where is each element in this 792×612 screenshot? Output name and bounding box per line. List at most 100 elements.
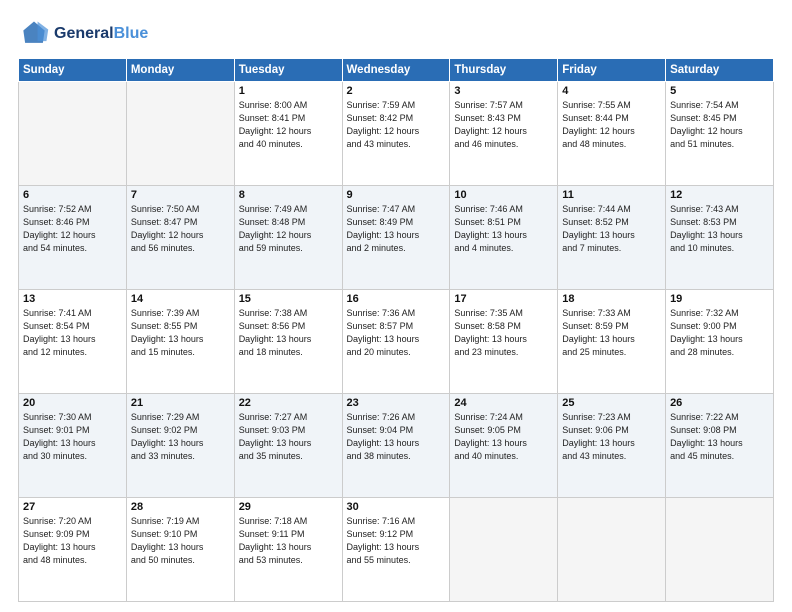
calendar-day-18: 18 Sunrise: 7:33 AM Sunset: 8:59 PM Dayli…: [558, 290, 666, 394]
day-number: 30: [347, 501, 446, 513]
day-info: Sunrise: 7:32 AM Sunset: 9:00 PM Dayligh…: [670, 307, 769, 359]
day-number: 10: [454, 189, 553, 201]
day-info: Sunrise: 7:55 AM Sunset: 8:44 PM Dayligh…: [562, 99, 661, 151]
day-number: 23: [347, 397, 446, 409]
day-number: 28: [131, 501, 230, 513]
day-number: 6: [23, 189, 122, 201]
day-info: Sunrise: 7:49 AM Sunset: 8:48 PM Dayligh…: [239, 203, 338, 255]
day-info: Sunrise: 7:18 AM Sunset: 9:11 PM Dayligh…: [239, 515, 338, 567]
day-info: Sunrise: 7:24 AM Sunset: 9:05 PM Dayligh…: [454, 411, 553, 463]
calendar-day-empty: [126, 82, 234, 186]
day-number: 9: [347, 189, 446, 201]
calendar-day-29: 29 Sunrise: 7:18 AM Sunset: 9:11 PM Dayli…: [234, 498, 342, 602]
calendar-day-empty: [19, 82, 127, 186]
calendar-week-row: 27 Sunrise: 7:20 AM Sunset: 9:09 PM Dayli…: [19, 498, 774, 602]
calendar-day-20: 20Sunrise: 7:30 AM Sunset: 9:01 PM Dayli…: [19, 394, 127, 498]
day-number: 3: [454, 85, 553, 97]
day-number: 8: [239, 189, 338, 201]
day-info: Sunrise: 7:19 AM Sunset: 9:10 PM Dayligh…: [131, 515, 230, 567]
calendar-day-12: 12 Sunrise: 7:43 AM Sunset: 8:53 PM Dayli…: [666, 186, 774, 290]
day-number: 19: [670, 293, 769, 305]
day-number: 27: [23, 501, 122, 513]
calendar-day-26: 26 Sunrise: 7:22 AM Sunset: 9:08 PM Dayli…: [666, 394, 774, 498]
day-info: Sunrise: 7:27 AM Sunset: 9:03 PM Dayligh…: [239, 411, 338, 463]
day-number: 5: [670, 85, 769, 97]
day-info: Sunrise: 7:41 AM Sunset: 8:54 PM Dayligh…: [23, 307, 122, 359]
logo-text: GeneralBlue: [54, 25, 148, 43]
header: GeneralBlue: [18, 18, 774, 50]
day-info: Sunrise: 7:39 AM Sunset: 8:55 PM Dayligh…: [131, 307, 230, 359]
calendar-day-11: 11 Sunrise: 7:44 AM Sunset: 8:52 PM Dayli…: [558, 186, 666, 290]
day-info: Sunrise: 7:23 AM Sunset: 9:06 PM Dayligh…: [562, 411, 661, 463]
calendar-day-6: 6 Sunrise: 7:52 AM Sunset: 8:46 PM Daylig…: [19, 186, 127, 290]
day-number: 16: [347, 293, 446, 305]
calendar-table: SundayMondayTuesdayWednesdayThursdayFrid…: [18, 58, 774, 602]
day-info: Sunrise: 7:22 AM Sunset: 9:08 PM Dayligh…: [670, 411, 769, 463]
weekday-header-tuesday: Tuesday: [234, 59, 342, 82]
day-info: Sunrise: 7:54 AM Sunset: 8:45 PM Dayligh…: [670, 99, 769, 151]
weekday-header-sunday: Sunday: [19, 59, 127, 82]
page: GeneralBlue SundayMondayTuesdayWednesday…: [0, 0, 792, 612]
weekday-header-row: SundayMondayTuesdayWednesdayThursdayFrid…: [19, 59, 774, 82]
calendar-day-7: 7 Sunrise: 7:50 AM Sunset: 8:47 PM Daylig…: [126, 186, 234, 290]
calendar-day-1: 1 Sunrise: 8:00 AM Sunset: 8:41 PM Daylig…: [234, 82, 342, 186]
calendar-day-2: 2Sunrise: 7:59 AM Sunset: 8:42 PM Daylig…: [342, 82, 450, 186]
calendar-day-28: 28 Sunrise: 7:19 AM Sunset: 9:10 PM Dayli…: [126, 498, 234, 602]
day-number: 22: [239, 397, 338, 409]
calendar-day-8: 8 Sunrise: 7:49 AM Sunset: 8:48 PM Daylig…: [234, 186, 342, 290]
calendar-week-row: 1 Sunrise: 8:00 AM Sunset: 8:41 PM Daylig…: [19, 82, 774, 186]
logo: GeneralBlue: [18, 18, 148, 50]
calendar-day-19: 19 Sunrise: 7:32 AM Sunset: 9:00 PM Dayli…: [666, 290, 774, 394]
weekday-header-monday: Monday: [126, 59, 234, 82]
calendar-day-25: 25 Sunrise: 7:23 AM Sunset: 9:06 PM Dayli…: [558, 394, 666, 498]
day-number: 14: [131, 293, 230, 305]
weekday-header-saturday: Saturday: [666, 59, 774, 82]
day-number: 18: [562, 293, 661, 305]
day-info: Sunrise: 7:38 AM Sunset: 8:56 PM Dayligh…: [239, 307, 338, 359]
day-info: Sunrise: 7:33 AM Sunset: 8:59 PM Dayligh…: [562, 307, 661, 359]
day-info: Sunrise: 7:20 AM Sunset: 9:09 PM Dayligh…: [23, 515, 122, 567]
logo-icon: [18, 18, 50, 50]
day-number: 17: [454, 293, 553, 305]
calendar-day-13: 13Sunrise: 7:41 AM Sunset: 8:54 PM Dayli…: [19, 290, 127, 394]
day-info: Sunrise: 7:29 AM Sunset: 9:02 PM Dayligh…: [131, 411, 230, 463]
day-info: Sunrise: 7:44 AM Sunset: 8:52 PM Dayligh…: [562, 203, 661, 255]
day-number: 25: [562, 397, 661, 409]
day-number: 7: [131, 189, 230, 201]
day-info: Sunrise: 7:36 AM Sunset: 8:57 PM Dayligh…: [347, 307, 446, 359]
day-info: Sunrise: 7:35 AM Sunset: 8:58 PM Dayligh…: [454, 307, 553, 359]
calendar-day-3: 3 Sunrise: 7:57 AM Sunset: 8:43 PM Daylig…: [450, 82, 558, 186]
day-number: 11: [562, 189, 661, 201]
calendar-day-30: 30Sunrise: 7:16 AM Sunset: 9:12 PM Dayli…: [342, 498, 450, 602]
calendar-week-row: 20Sunrise: 7:30 AM Sunset: 9:01 PM Dayli…: [19, 394, 774, 498]
weekday-header-friday: Friday: [558, 59, 666, 82]
calendar-day-16: 16 Sunrise: 7:36 AM Sunset: 8:57 PM Dayli…: [342, 290, 450, 394]
day-number: 15: [239, 293, 338, 305]
day-info: Sunrise: 7:52 AM Sunset: 8:46 PM Dayligh…: [23, 203, 122, 255]
day-number: 29: [239, 501, 338, 513]
day-number: 12: [670, 189, 769, 201]
day-number: 4: [562, 85, 661, 97]
day-info: Sunrise: 8:00 AM Sunset: 8:41 PM Dayligh…: [239, 99, 338, 151]
day-info: Sunrise: 7:43 AM Sunset: 8:53 PM Dayligh…: [670, 203, 769, 255]
calendar-day-17: 17 Sunrise: 7:35 AM Sunset: 8:58 PM Dayli…: [450, 290, 558, 394]
calendar-day-5: 5 Sunrise: 7:54 AM Sunset: 8:45 PM Daylig…: [666, 82, 774, 186]
day-number: 26: [670, 397, 769, 409]
day-info: Sunrise: 7:50 AM Sunset: 8:47 PM Dayligh…: [131, 203, 230, 255]
day-info: Sunrise: 7:57 AM Sunset: 8:43 PM Dayligh…: [454, 99, 553, 151]
calendar-day-empty: [666, 498, 774, 602]
calendar-day-4: 4 Sunrise: 7:55 AM Sunset: 8:44 PM Daylig…: [558, 82, 666, 186]
day-number: 1: [239, 85, 338, 97]
day-info: Sunrise: 7:46 AM Sunset: 8:51 PM Dayligh…: [454, 203, 553, 255]
day-number: 24: [454, 397, 553, 409]
calendar-week-row: 6 Sunrise: 7:52 AM Sunset: 8:46 PM Daylig…: [19, 186, 774, 290]
weekday-header-wednesday: Wednesday: [342, 59, 450, 82]
calendar-day-24: 24 Sunrise: 7:24 AM Sunset: 9:05 PM Dayli…: [450, 394, 558, 498]
day-number: 20: [23, 397, 122, 409]
calendar-day-10: 10 Sunrise: 7:46 AM Sunset: 8:51 PM Dayli…: [450, 186, 558, 290]
weekday-header-thursday: Thursday: [450, 59, 558, 82]
calendar-day-9: 9Sunrise: 7:47 AM Sunset: 8:49 PM Daylig…: [342, 186, 450, 290]
day-number: 21: [131, 397, 230, 409]
calendar-week-row: 13Sunrise: 7:41 AM Sunset: 8:54 PM Dayli…: [19, 290, 774, 394]
calendar-day-empty: [558, 498, 666, 602]
